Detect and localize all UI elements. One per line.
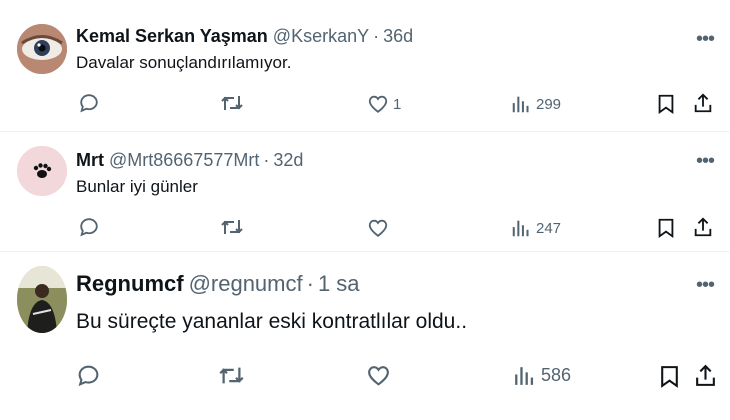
- bookmark-icon: [658, 218, 674, 239]
- views-button[interactable]: 299: [510, 93, 561, 115]
- reply-button[interactable]: [78, 216, 100, 238]
- tweet-text: Bunlar iyi günler: [76, 177, 198, 196]
- tweet-1[interactable]: Kemal Serkan Yaşman @KserkanY · 36d ••• …: [0, 0, 730, 132]
- author-name[interactable]: Mrt: [76, 150, 104, 171]
- author-handle[interactable]: @regnumcf: [189, 271, 303, 297]
- timestamp[interactable]: 32d: [273, 150, 303, 171]
- share-icon: [694, 93, 712, 113]
- more-options-icon[interactable]: •••: [696, 151, 715, 171]
- eye-avatar-icon: [17, 24, 67, 74]
- view-count: 247: [536, 219, 562, 237]
- tweet-text: Bu süreçte yananlar eski kontratlılar ol…: [76, 310, 468, 333]
- like-button[interactable]: 1: [367, 93, 401, 115]
- tweet-3[interactable]: Regnumcf @regnumcf · 1 sa ••• Bu süreçte…: [0, 252, 730, 420]
- retweet-icon: [221, 96, 243, 110]
- bookmark-button[interactable]: [657, 364, 682, 389]
- like-button[interactable]: [367, 217, 393, 239]
- reply-icon: [78, 365, 99, 387]
- more-options-icon[interactable]: •••: [696, 275, 715, 295]
- like-count: 1: [393, 95, 402, 113]
- reply-button[interactable]: [76, 363, 101, 388]
- reply-button[interactable]: [78, 92, 100, 114]
- reply-icon: [80, 94, 98, 113]
- tweet-text: Davalar sonuçlandırılamıyor.: [76, 53, 292, 72]
- tweet-header: Regnumcf @regnumcf · 1 sa: [76, 271, 360, 297]
- tweet-header: Kemal Serkan Yaşman @KserkanY · 36d: [76, 26, 413, 47]
- avatar[interactable]: [17, 266, 67, 333]
- tweet-header: Mrt @Mrt86667577Mrt · 32d: [76, 150, 303, 171]
- bookmark-button[interactable]: [655, 217, 677, 239]
- paw-avatar-icon: [17, 146, 67, 196]
- share-icon: [694, 217, 712, 237]
- views-chart-icon: [512, 220, 529, 237]
- view-count: 299: [536, 95, 562, 113]
- views-button[interactable]: 247: [510, 217, 561, 239]
- views-chart-icon: [512, 96, 529, 113]
- author-name[interactable]: Regnumcf: [76, 271, 184, 297]
- more-options-icon[interactable]: •••: [696, 29, 715, 49]
- share-icon: [696, 364, 715, 386]
- like-button[interactable]: [366, 363, 395, 388]
- tweet-2[interactable]: Mrt @Mrt86667577Mrt · 32d ••• Bunlar iyi…: [0, 132, 730, 250]
- timestamp[interactable]: 1 sa: [318, 271, 360, 297]
- avatar[interactable]: [17, 24, 67, 74]
- bookmark-icon: [661, 366, 678, 388]
- reply-icon: [80, 218, 98, 237]
- bookmark-icon: [658, 94, 674, 115]
- share-button[interactable]: [692, 92, 714, 114]
- views-chart-icon: [515, 367, 534, 385]
- retweet-button[interactable]: [218, 363, 245, 388]
- heart-icon: [368, 366, 389, 386]
- view-count: 586: [541, 365, 572, 385]
- retweet-icon: [221, 220, 243, 234]
- author-handle[interactable]: @Mrt86667577Mrt: [109, 150, 259, 171]
- heart-icon: [368, 95, 388, 113]
- retweet-button[interactable]: [220, 216, 244, 238]
- retweet-button[interactable]: [220, 92, 244, 114]
- timestamp[interactable]: 36d: [383, 26, 413, 47]
- share-button[interactable]: [693, 363, 718, 388]
- share-button[interactable]: [692, 216, 714, 238]
- heart-icon: [368, 219, 388, 237]
- avatar[interactable]: [17, 146, 67, 196]
- author-handle[interactable]: @KserkanY: [273, 26, 369, 47]
- person-photo-avatar-icon: [17, 266, 67, 333]
- separator-dot: ·: [306, 271, 314, 296]
- retweet-icon: [219, 367, 244, 384]
- separator-dot: ·: [373, 26, 380, 46]
- views-button[interactable]: 586: [512, 363, 571, 388]
- author-name[interactable]: Kemal Serkan Yaşman: [76, 26, 268, 47]
- bookmark-button[interactable]: [655, 93, 677, 115]
- separator-dot: ·: [263, 150, 270, 170]
